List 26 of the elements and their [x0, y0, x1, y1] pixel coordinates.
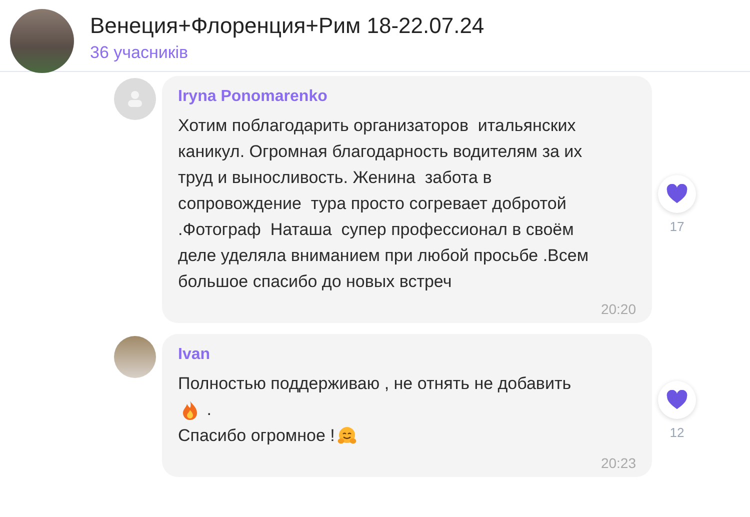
message-text: Полностью поддерживаю , не отнять не добавить — [178, 374, 572, 394]
message-text: труд и выносливость. Женина забота в — [178, 168, 492, 188]
author-name[interactable]: Iryna Ponomarenko — [178, 88, 328, 106]
author-name[interactable]: Ivan — [178, 346, 210, 364]
heart-icon — [666, 390, 688, 410]
reaction-count: 17 — [670, 219, 684, 234]
default-avatar-icon — [114, 78, 156, 120]
hugging-face-icon — [336, 426, 357, 446]
message-text: .Фотограф Наташа супер профессионал в своём — [178, 220, 574, 240]
member-count-link[interactable]: 36 учасників — [90, 43, 484, 63]
chat-title: Венеция+Флоренция+Рим 18-22.07.24 — [90, 13, 484, 39]
fire-icon — [180, 400, 200, 420]
message-text: деле уделяла вниманием при любой просьбе .Всем — [178, 246, 589, 266]
message-text: сопровождение тура просто согревает добротой — [178, 194, 566, 214]
message-time: 20:20 — [600, 301, 636, 317]
message-text: каникул. Огромная благодарность водителям за их — [178, 142, 582, 162]
like-button[interactable] — [658, 175, 696, 213]
avatar-photo-placeholder — [114, 336, 156, 378]
like-button[interactable] — [658, 381, 696, 419]
reaction-count: 12 — [670, 425, 684, 440]
message-text: . — [206, 400, 212, 420]
heart-icon — [666, 184, 688, 204]
message-text: большое спасибо до новых встреч — [178, 272, 452, 292]
message-text: Спасибо огромное ! — [178, 426, 335, 446]
message-text: Хотим поблагодарить организаторов итальянских — [178, 116, 576, 136]
message-time: 20:23 — [600, 455, 636, 471]
